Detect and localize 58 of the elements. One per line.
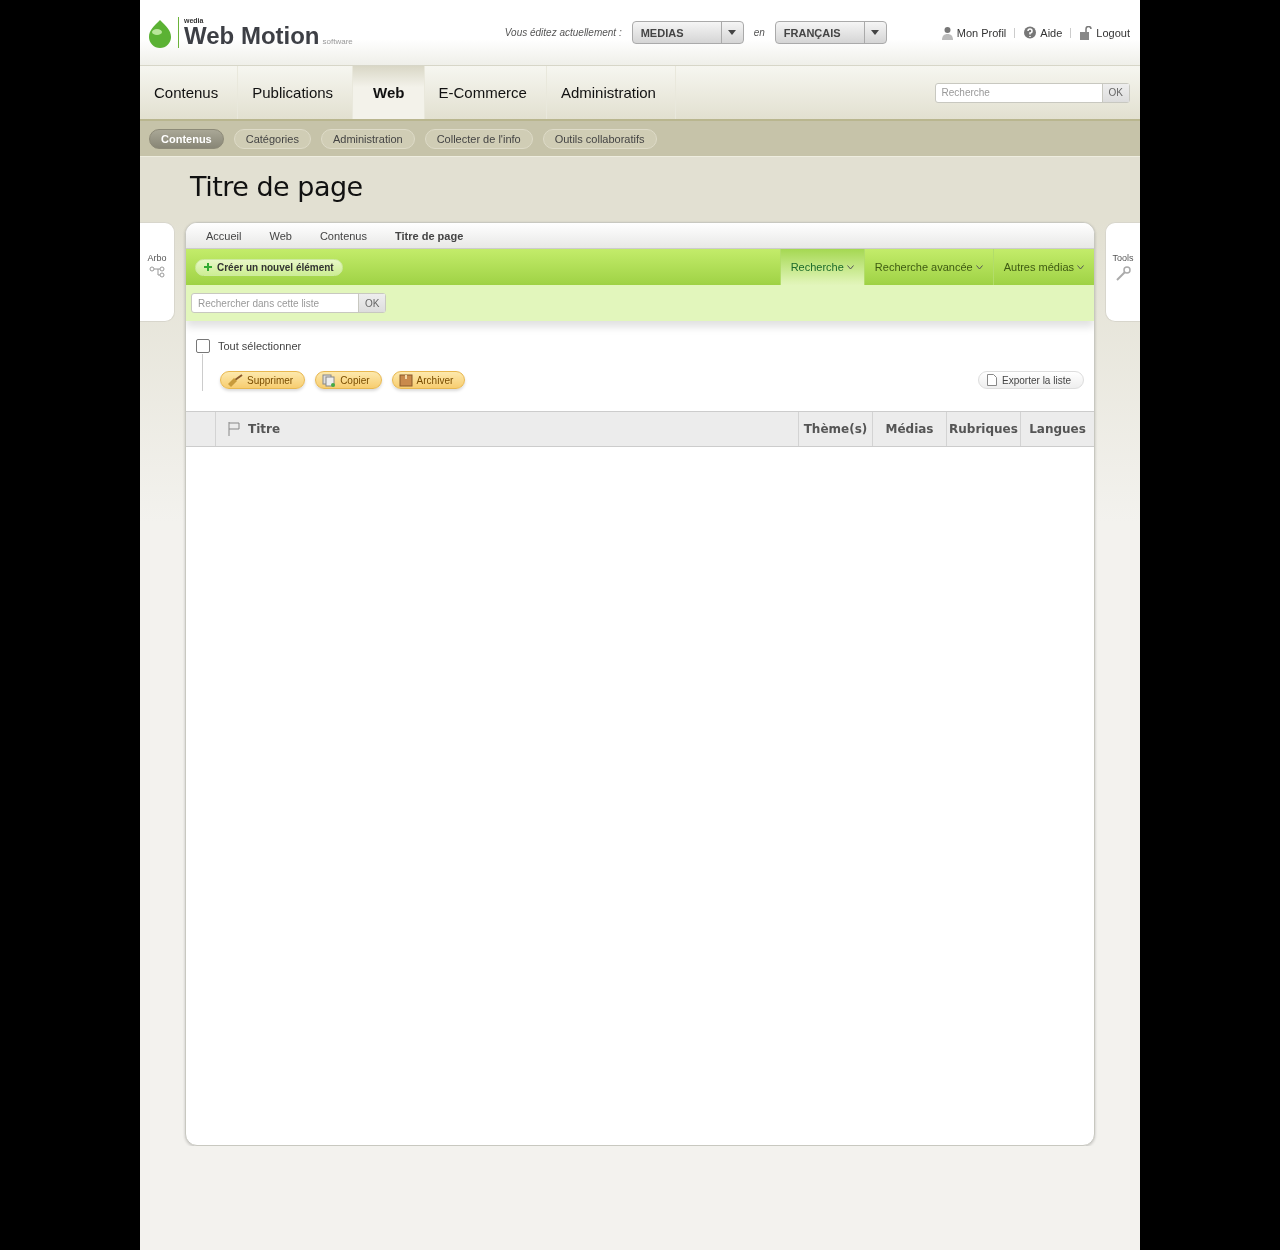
tree-icon <box>149 266 165 278</box>
checkbox[interactable] <box>196 339 210 353</box>
column-header[interactable]: Rubriques <box>946 412 1020 446</box>
product-suffix: software <box>322 37 353 46</box>
chevron-down-icon <box>975 264 983 270</box>
side-tab[interactable]: Tools <box>1105 222 1140 322</box>
search-tab[interactable]: Recherche <box>779 249 864 285</box>
wrench-icon <box>1115 266 1131 282</box>
breadcrumb-item[interactable]: Contenus <box>309 229 385 242</box>
broom-icon <box>227 373 243 387</box>
column-header[interactable]: Langues <box>1020 412 1094 446</box>
nav-tab[interactable]: Contenus <box>140 66 239 119</box>
nav-tab[interactable]: Administration <box>546 66 676 119</box>
select-all-label: Tout sélectionner <box>218 340 302 352</box>
media-select[interactable]: MEDIAS <box>631 21 744 44</box>
create-button[interactable]: Créer un nouvel élément <box>195 258 343 276</box>
side-tab[interactable]: Arbo <box>140 222 175 322</box>
action-button[interactable]: Archiver <box>391 371 466 389</box>
subnav-tab[interactable]: Collecter de l'info <box>424 128 533 149</box>
leaf-logo-icon <box>148 17 172 48</box>
header-link[interactable]: Mon Profil <box>940 25 1007 40</box>
nav-tab[interactable]: Web <box>353 66 425 119</box>
breadcrumb-item[interactable]: Accueil <box>196 229 260 242</box>
chevron-down-icon <box>846 264 854 270</box>
search-field[interactable]: Recherche OK <box>934 82 1130 103</box>
list-search-field[interactable]: Rechercher dans cette liste OK <box>191 293 387 313</box>
flag-icon <box>228 422 240 436</box>
ok-button[interactable]: OK <box>358 294 386 312</box>
padlock-icon <box>1079 25 1094 40</box>
breadcrumb-item[interactable]: Titre de page <box>385 229 482 242</box>
joiner-label: en <box>753 27 765 38</box>
subnav-tab[interactable]: Administration <box>320 128 415 149</box>
nav-tab[interactable]: E-Commerce <box>424 66 547 119</box>
subnav-tab[interactable]: Catégories <box>233 128 311 149</box>
export-button[interactable]: Exporter la liste <box>978 371 1084 389</box>
caret-icon <box>728 30 737 35</box>
user-icon <box>940 25 954 40</box>
chevron-down-icon <box>1077 264 1084 270</box>
column-header[interactable]: Titre <box>215 412 798 446</box>
subnav-tab[interactable]: Outils collaboratifs <box>542 128 657 149</box>
ok-button[interactable]: OK <box>1101 83 1129 102</box>
header-link[interactable]: Logout <box>1079 25 1130 40</box>
plus-icon <box>204 263 212 271</box>
editing-label: Vous éditez actuellement : <box>504 27 622 38</box>
document-icon <box>987 374 998 386</box>
help-icon <box>1023 25 1038 40</box>
box-icon <box>398 373 413 387</box>
column-header[interactable]: Médias <box>872 412 946 446</box>
page-title: Titre de page <box>190 171 364 202</box>
action-button[interactable]: Supprimer <box>220 371 306 389</box>
product-name: Web Motion <box>184 24 320 48</box>
header-link[interactable]: Aide <box>1023 25 1063 40</box>
breadcrumb-item[interactable]: Web <box>259 229 310 242</box>
column-header[interactable]: Thème(s) <box>798 412 872 446</box>
language-select[interactable]: FRANÇAIS <box>774 21 887 44</box>
caret-icon <box>871 30 880 35</box>
action-button[interactable]: Copier <box>315 371 382 389</box>
copy-icon <box>322 373 337 387</box>
